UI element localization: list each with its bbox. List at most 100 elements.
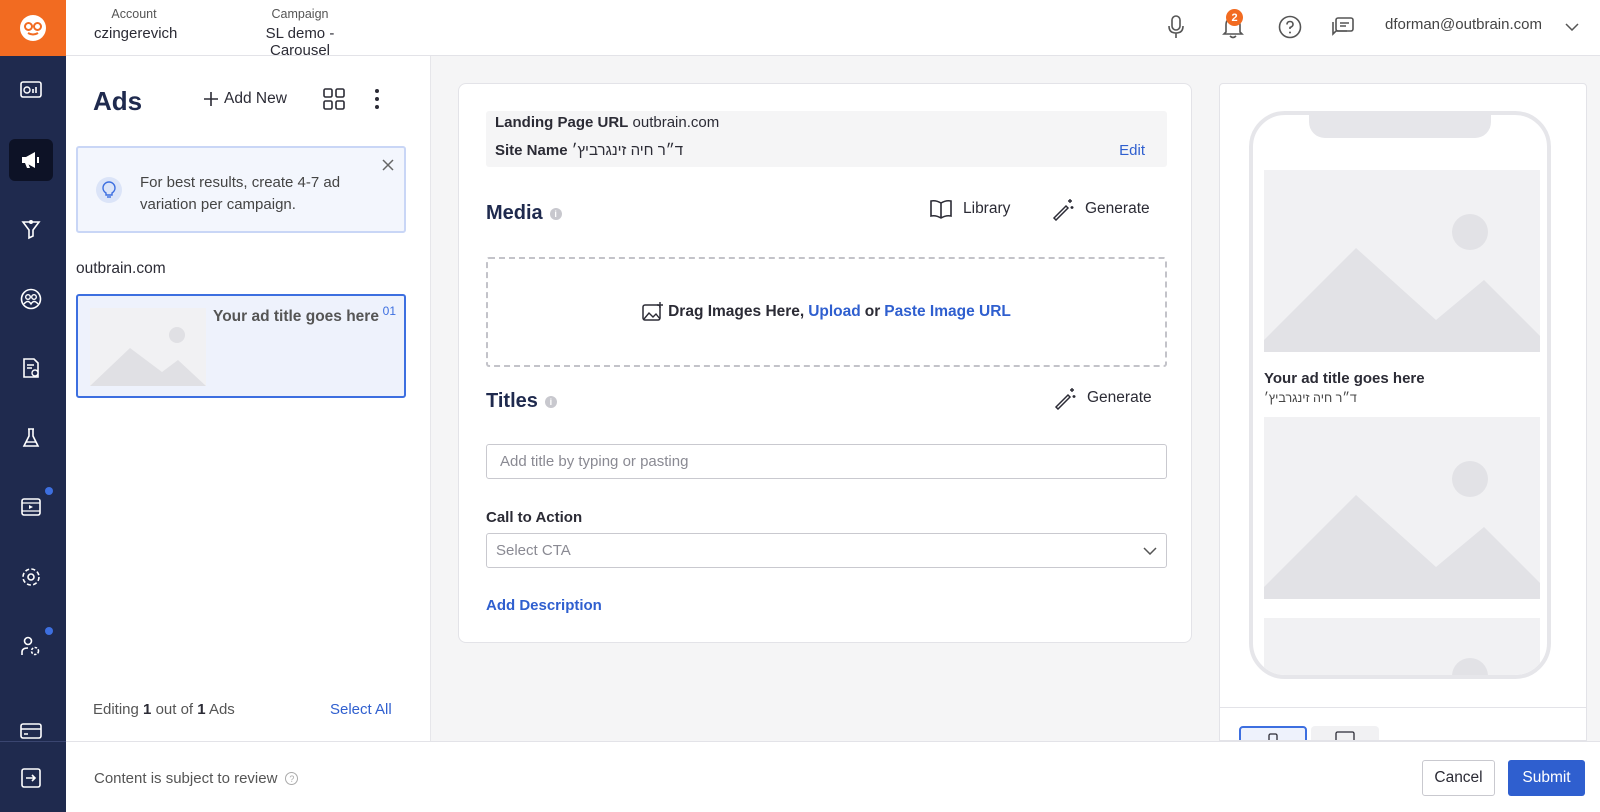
preview-image-placeholder: [1264, 417, 1540, 599]
top-bar: Account czingerevich Campaign SL demo - …: [66, 0, 1600, 59]
landing-page-label: Landing Page URL: [495, 114, 629, 131]
review-text: Content is subject to review: [94, 770, 278, 787]
funnel-icon[interactable]: [9, 208, 53, 250]
footer-bar: Content is subject to review ? Cancel Su…: [66, 741, 1600, 812]
ads-title: Ads: [93, 86, 143, 116]
flask-icon[interactable]: [9, 417, 53, 459]
title-input[interactable]: [486, 444, 1167, 479]
generate-label: Generate: [1085, 200, 1150, 217]
lightbulb-icon: [95, 176, 123, 209]
audience-icon[interactable]: [9, 278, 53, 320]
tip-text: For best results, create 4-7 ad variatio…: [140, 174, 341, 213]
editing-total: 1: [197, 701, 206, 718]
generate-label: Generate: [1087, 389, 1152, 406]
generate-media-button[interactable]: Generate: [1051, 197, 1150, 221]
ad-card[interactable]: Your ad title goes here 01: [76, 294, 406, 398]
ad-thumbnail-placeholder: [90, 308, 206, 386]
ad-card-number: 01: [382, 304, 396, 318]
magic-wand-icon: [1054, 388, 1076, 410]
user-settings-notification-dot: [45, 627, 53, 635]
editing-count: 1: [143, 701, 152, 718]
desktop-view-tab[interactable]: [1311, 726, 1379, 740]
generate-titles-button[interactable]: Generate: [1053, 386, 1152, 410]
more-options-icon[interactable]: [373, 88, 381, 115]
editing-prefix: Editing: [93, 701, 139, 718]
billing-icon[interactable]: [9, 710, 53, 752]
editing-mid: out of: [155, 701, 194, 718]
site-label: outbrain.com: [76, 260, 166, 277]
media-heading-text: Media: [486, 202, 543, 224]
review-notice: Content is subject to review ?: [94, 770, 299, 787]
mobile-icon: [1268, 733, 1278, 740]
report-icon[interactable]: [9, 347, 53, 389]
or-text: or: [864, 303, 881, 320]
info-icon[interactable]: i: [549, 207, 562, 220]
settings-icon[interactable]: [9, 556, 53, 598]
media-heading: Media i: [486, 202, 562, 225]
editing-status: Editing 1 out of 1 Ads: [93, 701, 235, 718]
account-value: czingerevich: [94, 25, 178, 42]
add-description-link[interactable]: Add Description: [486, 597, 602, 614]
mobile-view-tab[interactable]: [1239, 726, 1307, 740]
add-new-button[interactable]: Add New: [204, 90, 287, 108]
rail-divider: [0, 741, 66, 742]
library-button[interactable]: Library: [929, 199, 1010, 219]
chevron-down-icon: [1143, 546, 1157, 555]
preview-ad-title: Your ad title goes here: [1264, 370, 1425, 387]
outbrain-logo[interactable]: [0, 0, 66, 56]
paste-url-link[interactable]: Paste Image URL: [884, 303, 1011, 321]
edit-link[interactable]: Edit: [1119, 142, 1145, 159]
close-icon[interactable]: [382, 158, 394, 176]
campaign-label: Campaign: [271, 7, 329, 21]
ad-card-title: Your ad title goes here: [213, 308, 379, 325]
cta-label: Call to Action: [486, 509, 583, 526]
info-icon[interactable]: i: [544, 395, 557, 408]
titles-heading-text: Titles: [486, 390, 538, 412]
grid-view-icon[interactable]: [323, 88, 345, 115]
ads-panel: Ads Add New For best results, create 4-7…: [66, 56, 431, 741]
logout-icon[interactable]: [9, 757, 53, 799]
site-name-value: ד״ר חיה זינגרביץ׳: [571, 142, 684, 159]
plus-icon: [204, 92, 218, 106]
chevron-down-icon[interactable]: [1557, 12, 1587, 42]
phone-frame: Your ad title goes here ד״ר חיה זינגרביץ…: [1249, 111, 1551, 679]
drop-text: Drag Images Here,: [668, 303, 805, 320]
left-rail: [0, 0, 66, 812]
landing-page-value: outbrain.com: [632, 114, 720, 131]
titles-heading: Titles i: [486, 390, 557, 413]
select-all-link[interactable]: Select All: [330, 701, 392, 718]
book-icon: [930, 199, 952, 219]
account-label: Account: [111, 7, 157, 21]
preview-image-placeholder: [1264, 170, 1540, 352]
help-icon[interactable]: [1275, 12, 1305, 42]
preview-site-name: ד״ר חיה זינגרביץ׳: [1264, 391, 1357, 405]
desktop-icon: [1335, 731, 1355, 740]
ad-editor-card: Landing Page URL outbrain.com Site Name …: [458, 83, 1192, 643]
notification-badge: 2: [1226, 9, 1243, 26]
campaign-crumb[interactable]: Campaign SL demo - Carousel: [234, 7, 366, 59]
preview-divider: [1220, 707, 1586, 708]
image-add-icon: [642, 302, 664, 321]
user-email[interactable]: dforman@outbrain.com: [1385, 16, 1542, 33]
microphone-icon[interactable]: [1161, 12, 1191, 42]
cta-select[interactable]: Select CTA: [486, 533, 1167, 568]
upload-link[interactable]: Upload: [808, 303, 861, 321]
image-drop-zone[interactable]: Drag Images Here, Upload or Paste Image …: [486, 257, 1167, 367]
add-new-label: Add New: [224, 90, 287, 107]
library-label: Library: [963, 200, 1011, 217]
dashboard-icon[interactable]: [9, 69, 53, 111]
chat-icon[interactable]: [1328, 12, 1358, 42]
video-notification-dot: [45, 487, 53, 495]
account-crumb[interactable]: Account czingerevich: [94, 7, 178, 42]
magic-wand-icon: [1052, 199, 1074, 221]
submit-button[interactable]: Submit: [1508, 760, 1585, 796]
question-icon[interactable]: ?: [285, 772, 299, 785]
tip-box: For best results, create 4-7 ad variatio…: [76, 146, 406, 233]
cancel-button[interactable]: Cancel: [1422, 760, 1495, 796]
cta-placeholder: Select CTA: [496, 542, 571, 559]
landing-page-box: Landing Page URL outbrain.com Site Name …: [486, 111, 1167, 167]
preview-image-placeholder: [1264, 618, 1540, 675]
editing-suffix: Ads: [208, 701, 235, 718]
megaphone-icon[interactable]: [9, 139, 53, 181]
landing-page-line: Landing Page URL outbrain.com: [495, 114, 719, 131]
